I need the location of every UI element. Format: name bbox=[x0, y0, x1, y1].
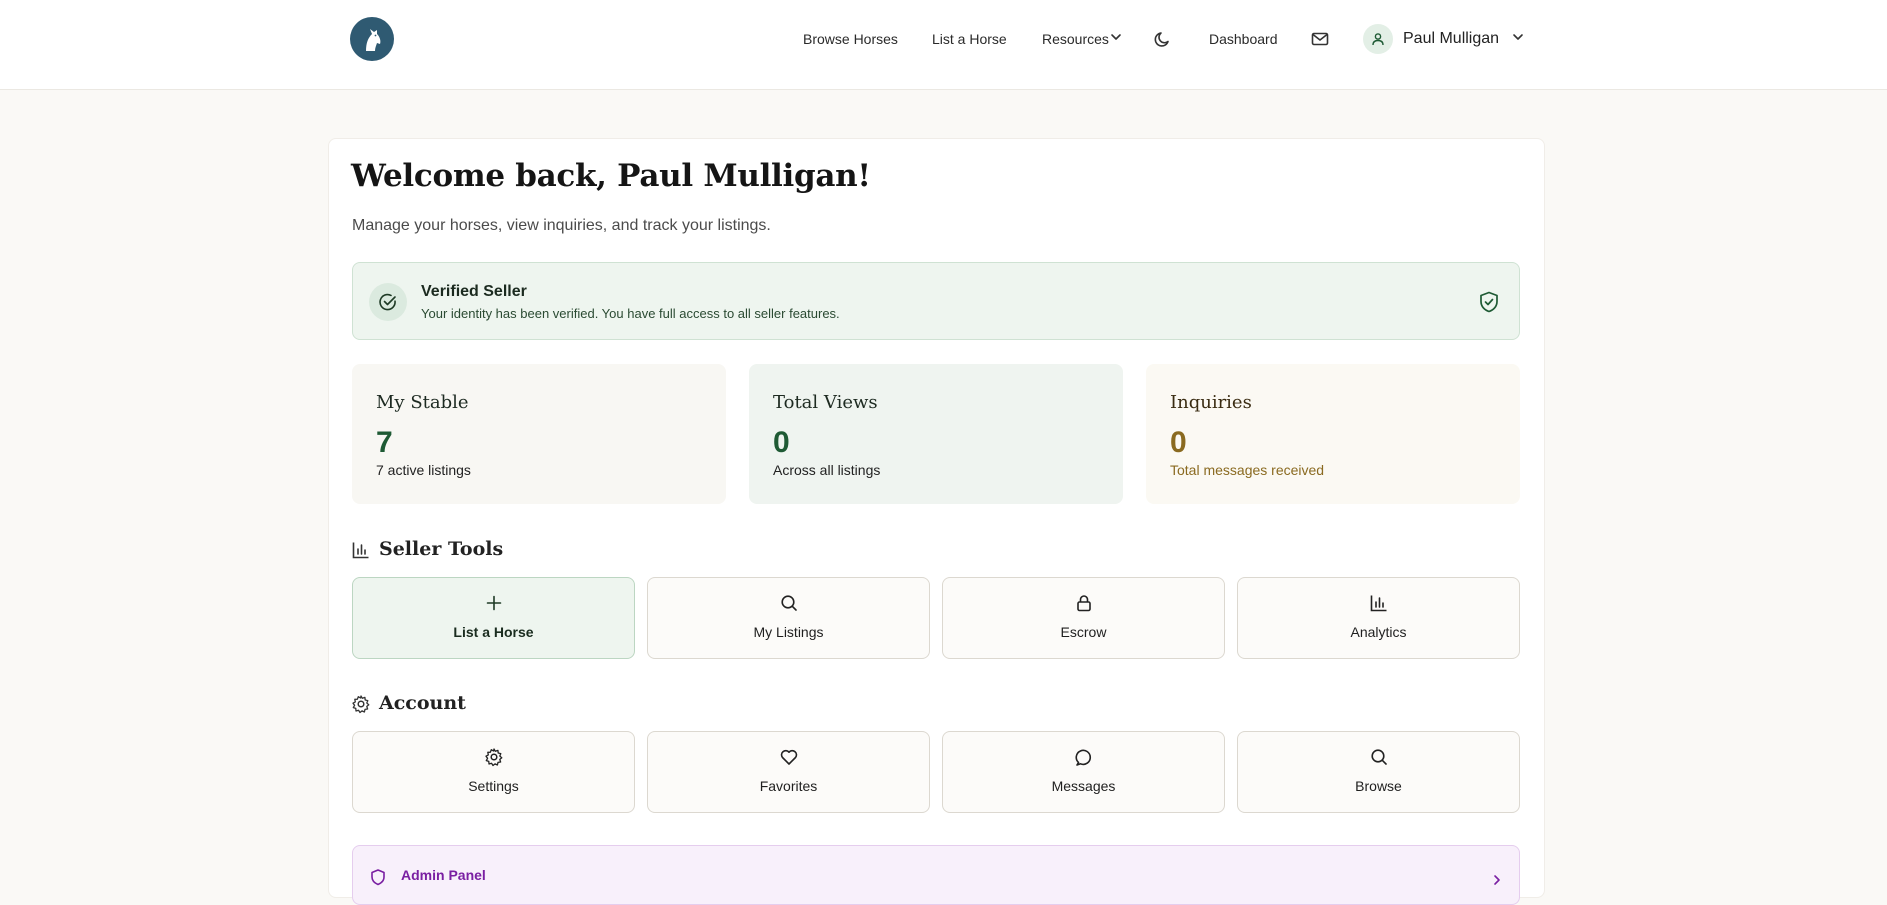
page-title: Welcome back, Paul Mulligan! bbox=[351, 158, 871, 194]
tool-my-listings[interactable]: My Listings bbox=[647, 577, 930, 659]
bar-chart-icon bbox=[1370, 595, 1387, 612]
stat-title: Total Views bbox=[773, 392, 878, 413]
stat-card-my-stable: My Stable 7 7 active listings bbox=[352, 364, 726, 504]
chevron-down-icon[interactable] bbox=[1108, 29, 1124, 45]
stat-subtext: Total messages received bbox=[1170, 462, 1325, 478]
plus-icon bbox=[486, 595, 502, 611]
stat-card-total-views: Total Views 0 Across all listings bbox=[749, 364, 1123, 504]
stat-value: 0 bbox=[1170, 426, 1187, 459]
search-icon bbox=[1371, 749, 1387, 765]
verified-seller-banner: Verified Seller Your identity has been v… bbox=[352, 262, 1520, 340]
nav-browse-horses[interactable]: Browse Horses bbox=[803, 22, 898, 56]
tool-label: Browse bbox=[1355, 778, 1402, 794]
page-subtitle: Manage your horses, view inquiries, and … bbox=[352, 217, 771, 234]
tool-label: Settings bbox=[468, 778, 519, 794]
avatar[interactable] bbox=[1363, 24, 1393, 54]
bar-chart-icon bbox=[352, 542, 369, 559]
stat-value: 7 bbox=[376, 426, 393, 459]
admin-panel-link[interactable]: Admin Panel bbox=[352, 845, 1520, 905]
admin-panel-label: Admin Panel bbox=[401, 867, 486, 883]
tool-label: Analytics bbox=[1350, 624, 1407, 640]
moon-icon[interactable] bbox=[1153, 29, 1173, 49]
tool-label: My Listings bbox=[753, 624, 824, 640]
section-title-account: Account bbox=[379, 692, 466, 714]
account-browse[interactable]: Browse bbox=[1237, 731, 1520, 813]
tool-label: List a Horse bbox=[453, 624, 534, 640]
tool-list-a-horse[interactable]: List a Horse bbox=[352, 577, 635, 659]
stat-title: Inquiries bbox=[1170, 392, 1252, 413]
search-icon bbox=[781, 595, 797, 611]
message-circle-icon bbox=[1075, 749, 1092, 766]
gear-icon bbox=[352, 695, 370, 714]
tool-label: Escrow bbox=[1060, 624, 1107, 640]
gear-icon bbox=[485, 748, 503, 767]
account-settings[interactable]: Settings bbox=[352, 731, 635, 813]
horse-logo[interactable] bbox=[350, 17, 394, 61]
stat-title: My Stable bbox=[376, 392, 469, 413]
stat-card-inquiries: Inquiries 0 Total messages received bbox=[1146, 364, 1520, 504]
tool-analytics[interactable]: Analytics bbox=[1237, 577, 1520, 659]
shield-check-icon bbox=[1480, 291, 1498, 313]
tool-label: Messages bbox=[1051, 778, 1116, 794]
tool-escrow[interactable]: Escrow bbox=[942, 577, 1225, 659]
stat-subtext: Across all listings bbox=[773, 462, 881, 478]
check-circle-badge bbox=[369, 283, 407, 321]
heart-icon bbox=[780, 749, 798, 765]
check-circle-icon bbox=[379, 293, 396, 311]
user-menu-name[interactable]: Paul Mulligan bbox=[1403, 22, 1499, 56]
lock-icon bbox=[1077, 595, 1091, 612]
chevron-down-icon[interactable] bbox=[1510, 29, 1526, 45]
user-icon bbox=[1372, 33, 1384, 46]
mail-icon[interactable] bbox=[1310, 29, 1330, 49]
nav-dashboard[interactable]: Dashboard bbox=[1209, 22, 1278, 56]
chevron-right-icon bbox=[1494, 875, 1500, 885]
verified-description: Your identity has been verified. You hav… bbox=[421, 306, 840, 321]
shield-icon bbox=[371, 869, 385, 886]
account-favorites[interactable]: Favorites bbox=[647, 731, 930, 813]
verified-title: Verified Seller bbox=[421, 283, 527, 300]
account-messages[interactable]: Messages bbox=[942, 731, 1225, 813]
tool-label: Favorites bbox=[759, 778, 818, 794]
nav-list-a-horse[interactable]: List a Horse bbox=[932, 22, 1007, 56]
horse-head-icon bbox=[366, 29, 381, 51]
top-navbar: Browse Horses List a Horse Resources Das… bbox=[0, 0, 1887, 90]
stat-subtext: 7 active listings bbox=[376, 462, 471, 478]
stat-value: 0 bbox=[773, 426, 790, 459]
section-title-seller-tools: Seller Tools bbox=[379, 538, 504, 560]
nav-resources[interactable]: Resources bbox=[1042, 22, 1109, 56]
